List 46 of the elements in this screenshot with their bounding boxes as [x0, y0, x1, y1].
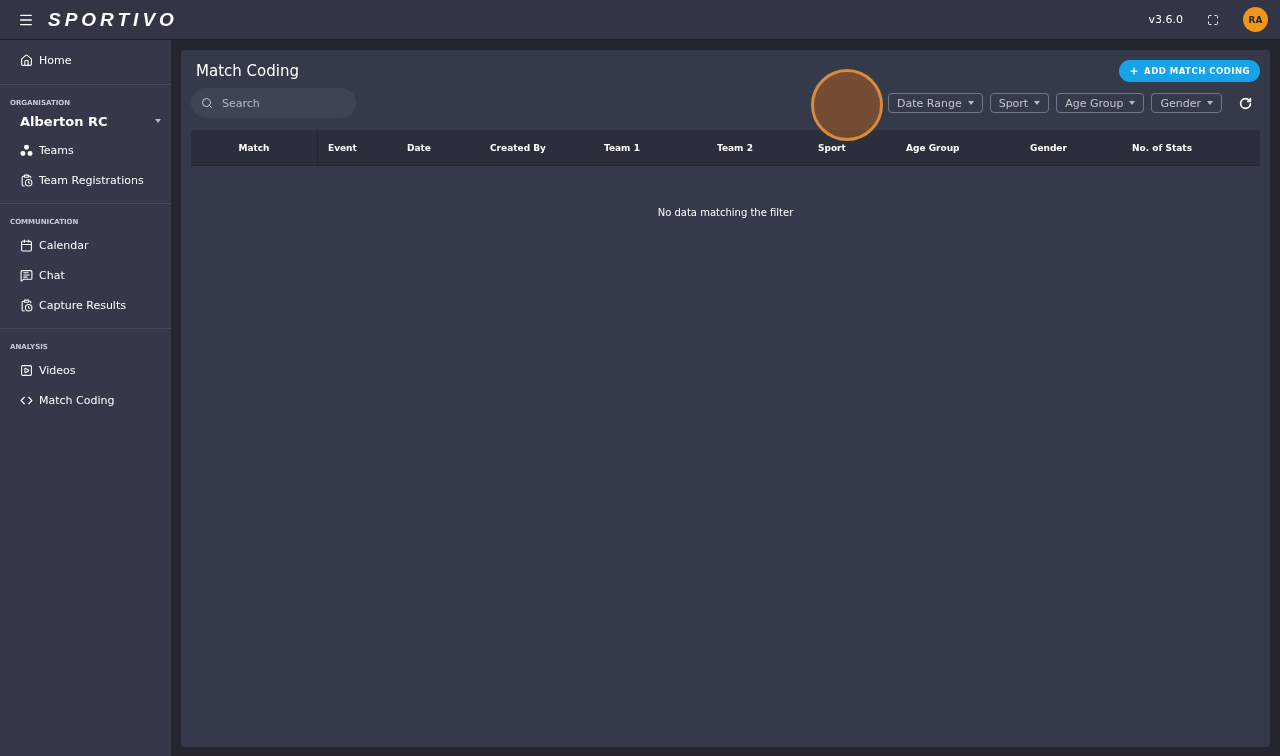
column-header: Sport: [818, 142, 847, 153]
filter-dropdown[interactable]: Sport: [989, 93, 1050, 113]
version-label: v3.6.0: [1148, 13, 1183, 26]
video-icon: [20, 363, 33, 377]
nav-item[interactable]: Chat: [0, 260, 171, 290]
column-header: Date: [407, 142, 432, 153]
column-header: No. of Stats: [1132, 142, 1194, 153]
column-header: Event: [328, 142, 358, 153]
home-icon: [20, 53, 33, 67]
group-icon: [20, 143, 33, 157]
user-avatar[interactable]: RA: [1243, 7, 1268, 32]
nav-item[interactable]: Calendar: [0, 230, 171, 260]
chat-icon: [20, 268, 33, 282]
nav-item[interactable]: Capture Results: [0, 290, 171, 320]
caret-icon: [1207, 101, 1213, 105]
search-field[interactable]: Search: [191, 88, 356, 118]
fullscreen-icon[interactable]: [1207, 13, 1219, 26]
column-header: Created By: [490, 142, 547, 153]
caret-icon: [155, 119, 161, 123]
logo: SPORTIVO: [48, 8, 178, 31]
filter-dropdown[interactable]: Age Group: [1056, 93, 1145, 113]
caret-icon: [967, 101, 974, 105]
nav-item[interactable]: Home: [0, 45, 171, 75]
column-header: Match: [191, 130, 318, 165]
empty-message: No data matching the filter: [657, 207, 794, 218]
refresh-icon[interactable]: [1239, 96, 1252, 110]
caret-icon: [1129, 101, 1136, 105]
nav-item[interactable]: Videos: [0, 355, 171, 385]
organisation-select[interactable]: Alberton RC: [0, 111, 171, 131]
column-header: Team 1: [604, 142, 641, 153]
calendar-icon: [20, 238, 33, 252]
nav-item[interactable]: Teams: [0, 135, 171, 165]
filter-dropdown[interactable]: Date Range: [888, 93, 983, 113]
column-header: Team 2: [717, 142, 754, 153]
search-icon: [201, 97, 213, 109]
page-title: Match Coding: [196, 62, 299, 80]
nav-item[interactable]: Match Coding: [0, 385, 171, 415]
filter-dropdown[interactable]: Gender: [1151, 93, 1222, 113]
nav-item[interactable]: Team Registrations: [0, 165, 171, 195]
clipboard-clock-icon: [20, 298, 33, 312]
column-header: Gender: [1030, 142, 1068, 153]
organisation-name: Alberton RC: [20, 113, 108, 129]
plus-icon: [1129, 66, 1140, 76]
clipboard-clock-icon: [20, 173, 33, 187]
column-header: Age Group: [906, 142, 961, 153]
caret-icon: [1034, 101, 1041, 105]
